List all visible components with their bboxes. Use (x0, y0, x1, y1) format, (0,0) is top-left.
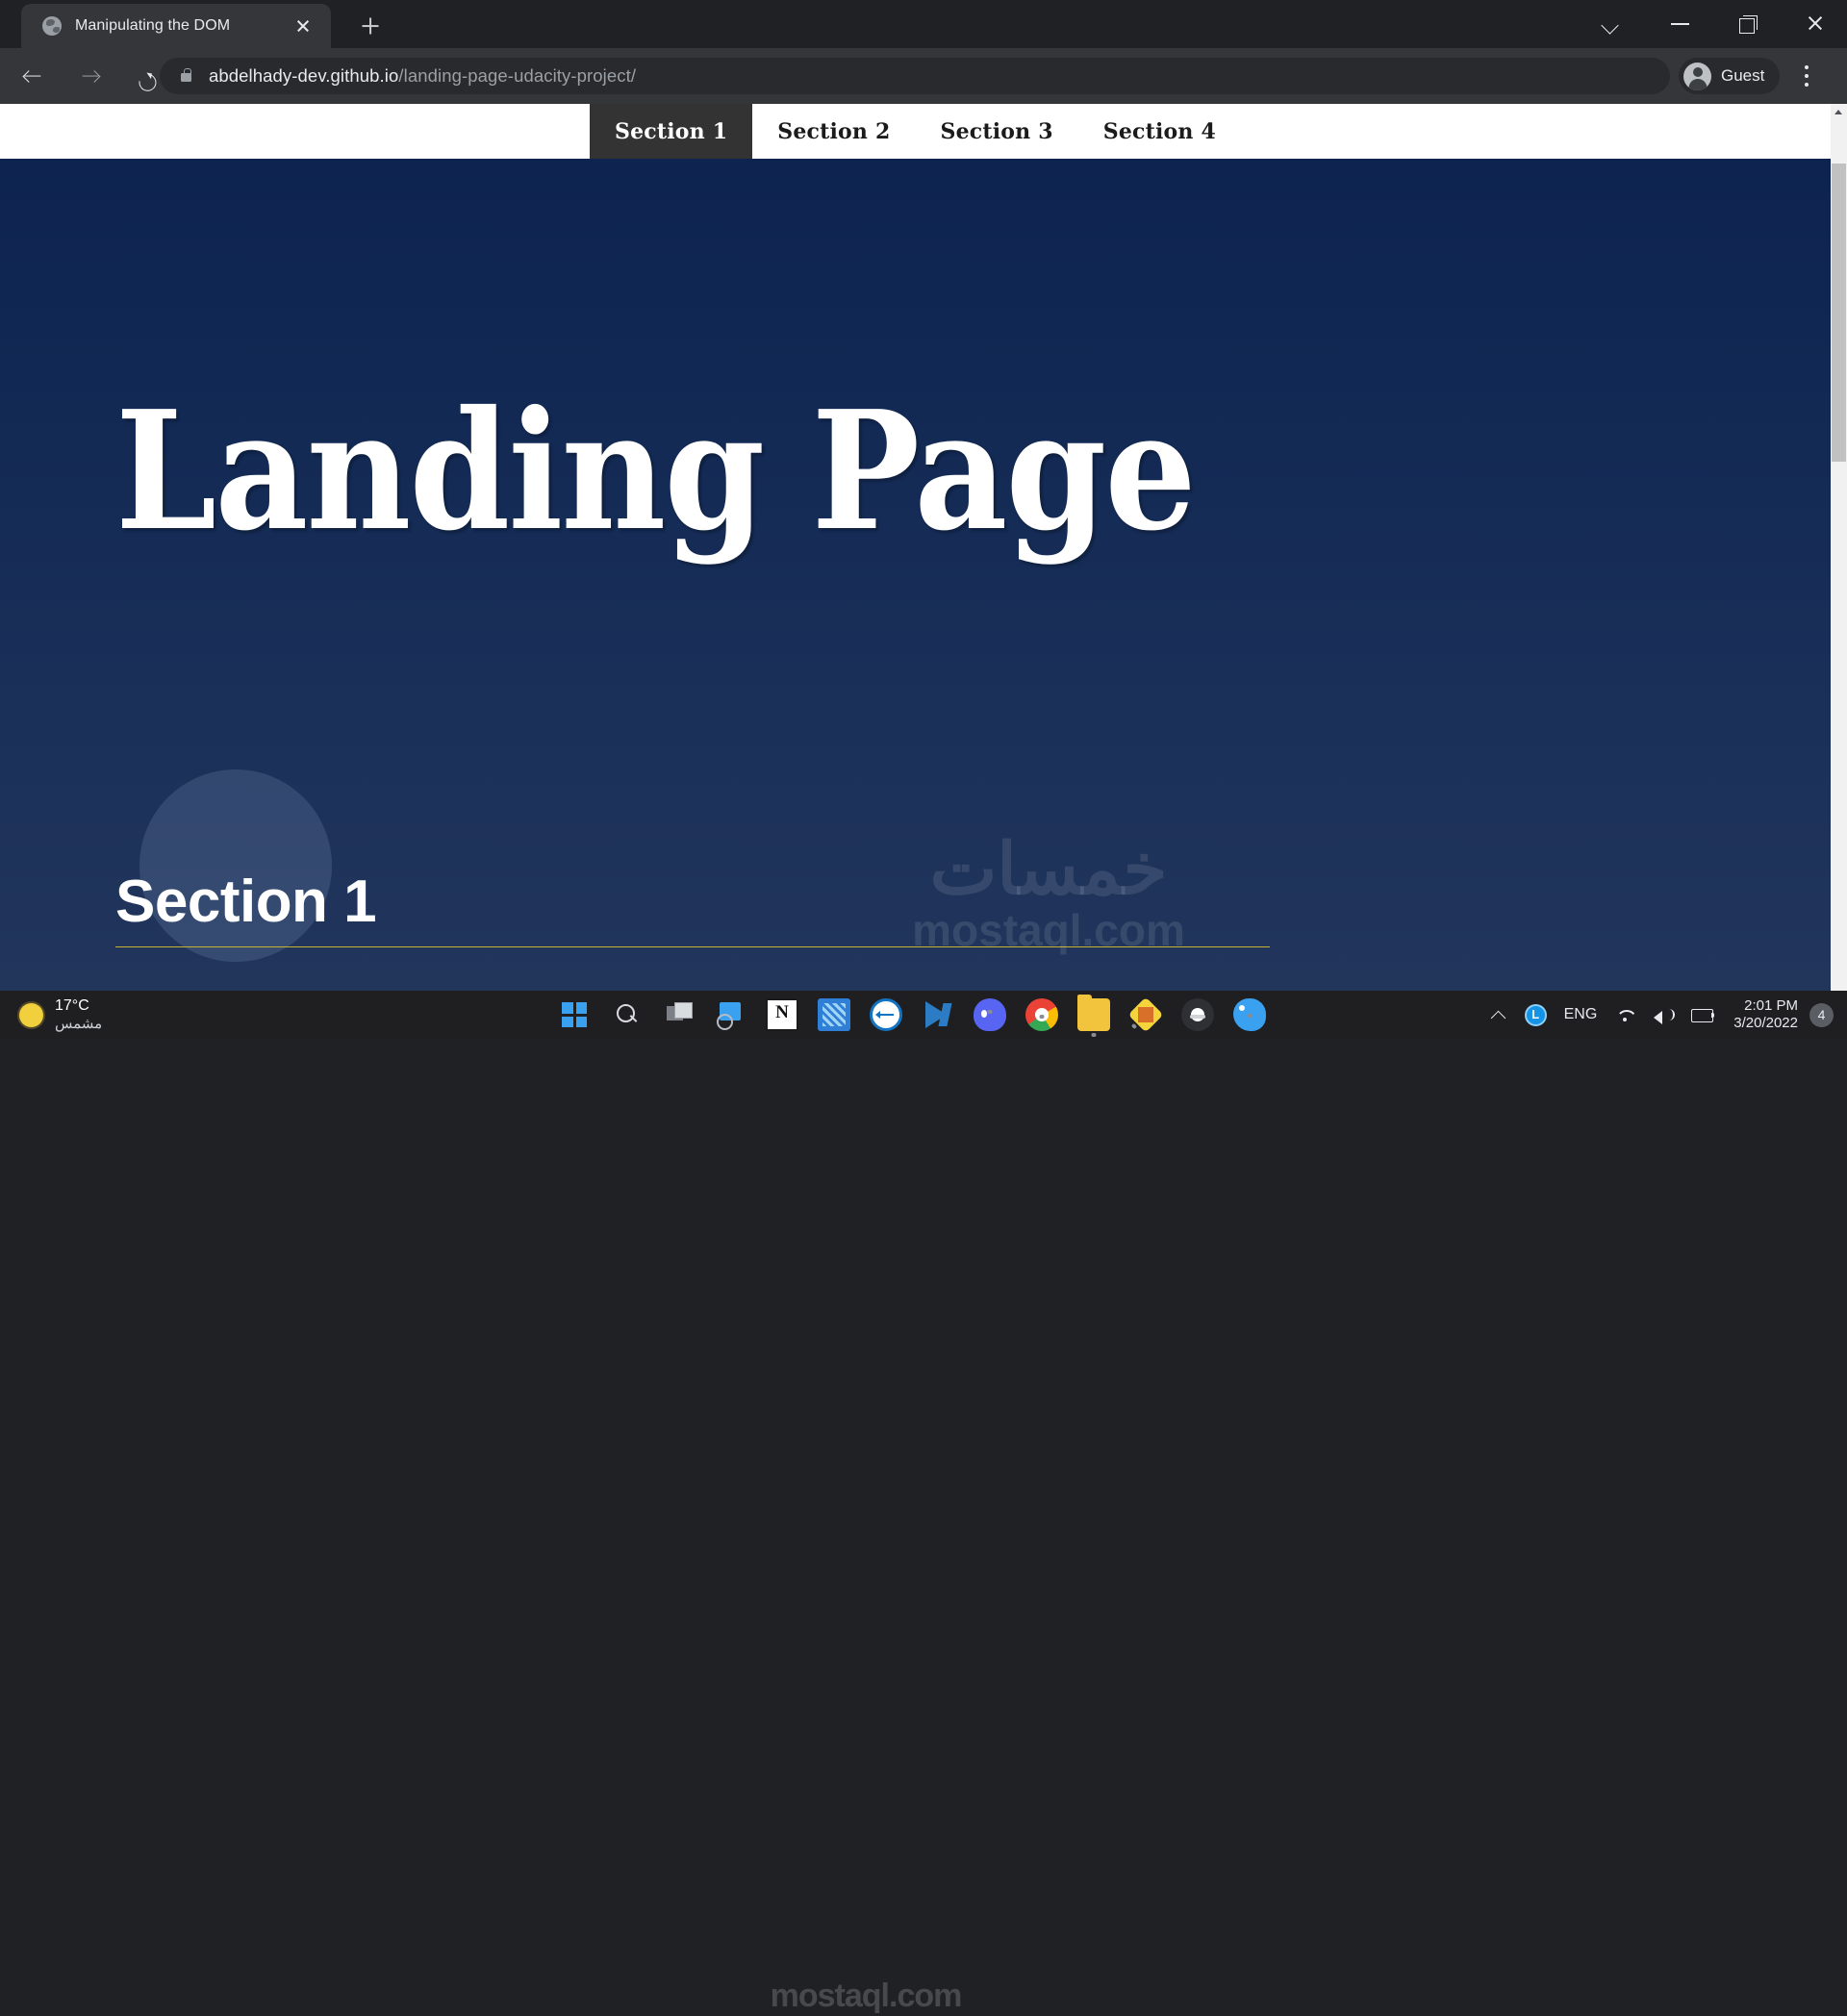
wifi-icon[interactable] (1614, 1006, 1635, 1023)
clock[interactable]: 2:01 PM 3/20/2022 (1733, 997, 1798, 1032)
url-path: /landing-page-udacity-project/ (398, 65, 637, 86)
hero-section: Landing Page Section 1 Lorem ipsum dolor… (0, 159, 1831, 991)
nav-item-section-1[interactable]: Section 1 (590, 104, 753, 159)
taskbar-app-icons (558, 991, 1266, 1039)
weather-description: مشمس (55, 1015, 103, 1032)
windows-taskbar: 17°C مشمس mostaql.com ENG 2:01 PM 3/20/2… (0, 991, 1847, 2014)
forward-arrow-icon (83, 68, 99, 85)
browser-tab[interactable]: Manipulating the DOM (21, 4, 331, 48)
sun-icon (19, 1002, 43, 1027)
page-navbar: Section 1 Section 2 Section 3 Section 4 (0, 104, 1831, 159)
nav-item-section-3[interactable]: Section 3 (916, 104, 1078, 159)
section-heading: Section 1 (115, 869, 377, 935)
close-icon[interactable] (291, 13, 316, 38)
globe-icon (42, 16, 62, 36)
url-host: abdelhady-dev.github.io (209, 65, 399, 86)
back-button[interactable] (12, 56, 52, 96)
battery-icon[interactable] (1691, 1007, 1716, 1022)
discord-icon[interactable] (974, 998, 1006, 1031)
reload-icon (135, 70, 160, 95)
maximize-icon[interactable] (1726, 6, 1770, 40)
volume-icon[interactable] (1653, 1006, 1676, 1024)
paint-icon[interactable] (1233, 998, 1266, 1031)
page-scrollbar[interactable] (1831, 104, 1847, 991)
window-close-icon[interactable] (1793, 6, 1837, 40)
nav-item-section-4[interactable]: Section 4 (1078, 104, 1241, 159)
folder-icon[interactable] (1077, 995, 1110, 1031)
scrollbar-thumb[interactable] (1832, 164, 1846, 462)
chrome-icon[interactable] (1025, 998, 1058, 1031)
scroll-up-icon[interactable] (1831, 104, 1847, 120)
widgets-icon[interactable] (714, 998, 746, 1031)
tab-strip: Manipulating the DOM (0, 0, 1847, 48)
profile-button[interactable]: Guest (1679, 58, 1781, 94)
url-text: abdelhady-dev.github.io/landing-page-uda… (209, 65, 636, 87)
store-icon[interactable] (818, 998, 850, 1031)
task-view-icon[interactable] (662, 998, 695, 1031)
chevron-down-icon[interactable] (1591, 6, 1635, 40)
section-1-block: Section 1 Lorem ipsum dolor sit amet, co… (115, 769, 1270, 991)
address-bar[interactable]: abdelhady-dev.github.io/landing-page-uda… (160, 58, 1670, 94)
back-arrow-icon (24, 68, 40, 85)
chrome-active-icon[interactable] (1181, 998, 1214, 1031)
clock-time: 2:01 PM (1744, 997, 1798, 1014)
teamviewer-icon[interactable] (870, 998, 902, 1031)
minimize-icon[interactable] (1658, 6, 1703, 40)
clock-date: 3/20/2022 (1733, 1015, 1798, 1031)
notion-icon[interactable] (766, 998, 798, 1031)
new-tab-button[interactable] (356, 12, 385, 40)
browser-window: Manipulating the DOM abdelhady-dev.githu… (0, 0, 1847, 991)
search-icon[interactable] (610, 998, 643, 1031)
blue-circle-icon[interactable] (1524, 1003, 1547, 1026)
chevron-up-icon[interactable] (1490, 1006, 1507, 1023)
weather-widget[interactable]: 17°C مشمس (19, 995, 102, 1034)
page-title: Landing Page (115, 375, 1197, 567)
browser-toolbar: abdelhady-dev.github.io/landing-page-uda… (0, 48, 1847, 104)
gem-icon[interactable] (1127, 996, 1164, 1033)
forward-button[interactable] (71, 56, 112, 96)
profile-label: Guest (1721, 66, 1765, 85)
lock-icon (181, 68, 191, 82)
start-button[interactable] (558, 998, 591, 1031)
kebab-menu-icon[interactable] (1805, 65, 1809, 88)
weather-text: 17°C مشمس (55, 997, 102, 1032)
avatar (1683, 62, 1711, 90)
notification-badge[interactable]: 4 (1809, 1002, 1834, 1027)
nav-item-section-2[interactable]: Section 2 (752, 104, 915, 159)
weather-temperature: 17°C (55, 997, 89, 1015)
page-viewport: Section 1 Section 2 Section 3 Section 4 … (0, 104, 1847, 991)
taskbar-watermark: mostaql.com (770, 1978, 963, 2014)
system-tray: ENG 2:01 PM 3/20/2022 4 (1490, 991, 1847, 1039)
section-divider (115, 946, 1270, 948)
vscode-icon[interactable] (922, 998, 954, 1031)
language-indicator[interactable]: ENG (1564, 1006, 1598, 1023)
tab-title: Manipulating the DOM (75, 17, 231, 34)
